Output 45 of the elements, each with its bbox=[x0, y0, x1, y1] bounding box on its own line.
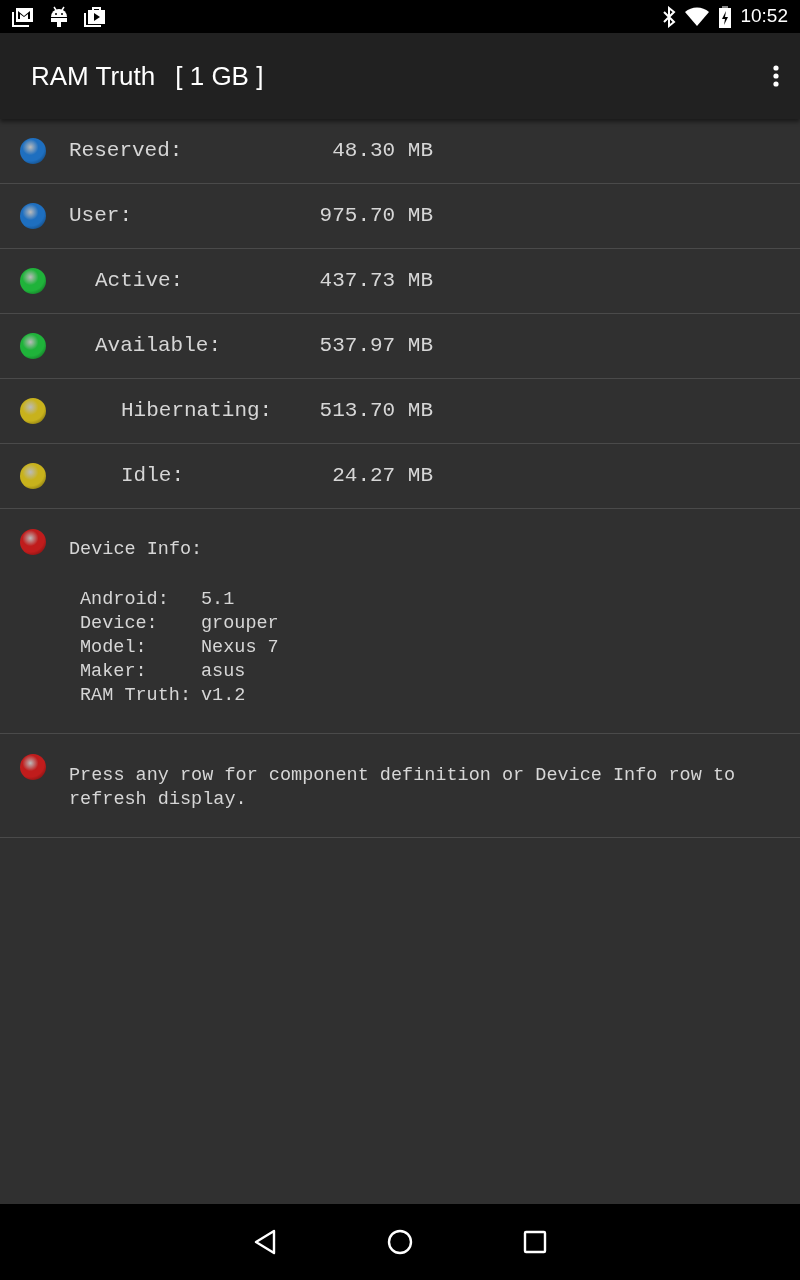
bluetooth-icon bbox=[662, 5, 677, 28]
info-label: Device: bbox=[80, 611, 159, 636]
memory-value: 537.97 MB bbox=[319, 333, 433, 360]
app-title: RAM Truth bbox=[31, 59, 156, 93]
memory-label: User: bbox=[69, 203, 132, 230]
memory-label: Idle: bbox=[120, 463, 184, 490]
info-value: 5.1 bbox=[201, 587, 236, 612]
device-info-row[interactable]: Device Info: Android: 5.1 Device: grouper Model: Nexus 7 Maker: asus RAM Truth: v1.2 bbox=[0, 509, 800, 734]
memory-value: 24.27 MB bbox=[332, 463, 433, 490]
info-label: RAM Truth: bbox=[80, 683, 193, 708]
memory-label: Active: bbox=[94, 268, 184, 295]
info-label: Android: bbox=[80, 587, 170, 612]
info-value: Nexus 7 bbox=[201, 635, 279, 660]
memory-value: 975.70 MB bbox=[319, 203, 433, 230]
memory-row[interactable]: Hibernating: 513.70 MB bbox=[0, 379, 800, 444]
memory-value: 437.73 MB bbox=[319, 268, 433, 295]
memory-value: 48.30 MB bbox=[332, 138, 433, 165]
memory-row[interactable]: User: 975.70 MB bbox=[0, 184, 800, 249]
memory-row[interactable]: Available: 537.97 MB bbox=[0, 314, 800, 379]
battery-icon bbox=[718, 5, 733, 28]
clock-text: 10:52 bbox=[740, 4, 788, 29]
hint-text: Press any row for component definition or Device Info row to refresh display. bbox=[69, 763, 737, 812]
memory-row[interactable]: Idle: 24.27 MB bbox=[0, 444, 800, 509]
memory-row[interactable]: Active: 437.73 MB bbox=[0, 249, 800, 314]
store-icon bbox=[84, 6, 106, 27]
menu-button[interactable] bbox=[772, 63, 780, 89]
mail-icon bbox=[12, 6, 34, 27]
device-info-title: Device Info: bbox=[69, 538, 204, 562]
info-label: Model: bbox=[80, 635, 148, 660]
back-button[interactable] bbox=[253, 1229, 277, 1255]
info-value: asus bbox=[201, 659, 247, 684]
memory-label: Hibernating: bbox=[120, 398, 273, 425]
memory-label: Reserved: bbox=[69, 138, 183, 165]
memory-value: 513.70 MB bbox=[319, 398, 433, 425]
home-button[interactable] bbox=[387, 1229, 413, 1255]
wifi-icon bbox=[684, 6, 711, 27]
memory-size-text: [ 1 GB ] bbox=[175, 59, 264, 93]
memory-label: Available: bbox=[94, 333, 222, 360]
info-label: Maker: bbox=[80, 659, 148, 684]
recents-button[interactable] bbox=[523, 1229, 547, 1255]
android-icon bbox=[50, 5, 68, 28]
hint-row[interactable]: Press any row for component definition or Device Info row to refresh display. bbox=[0, 733, 800, 838]
info-value: v1.2 bbox=[201, 683, 247, 708]
memory-row[interactable]: Reserved: 48.30 MB bbox=[0, 119, 800, 184]
info-value: grouper bbox=[201, 611, 279, 636]
